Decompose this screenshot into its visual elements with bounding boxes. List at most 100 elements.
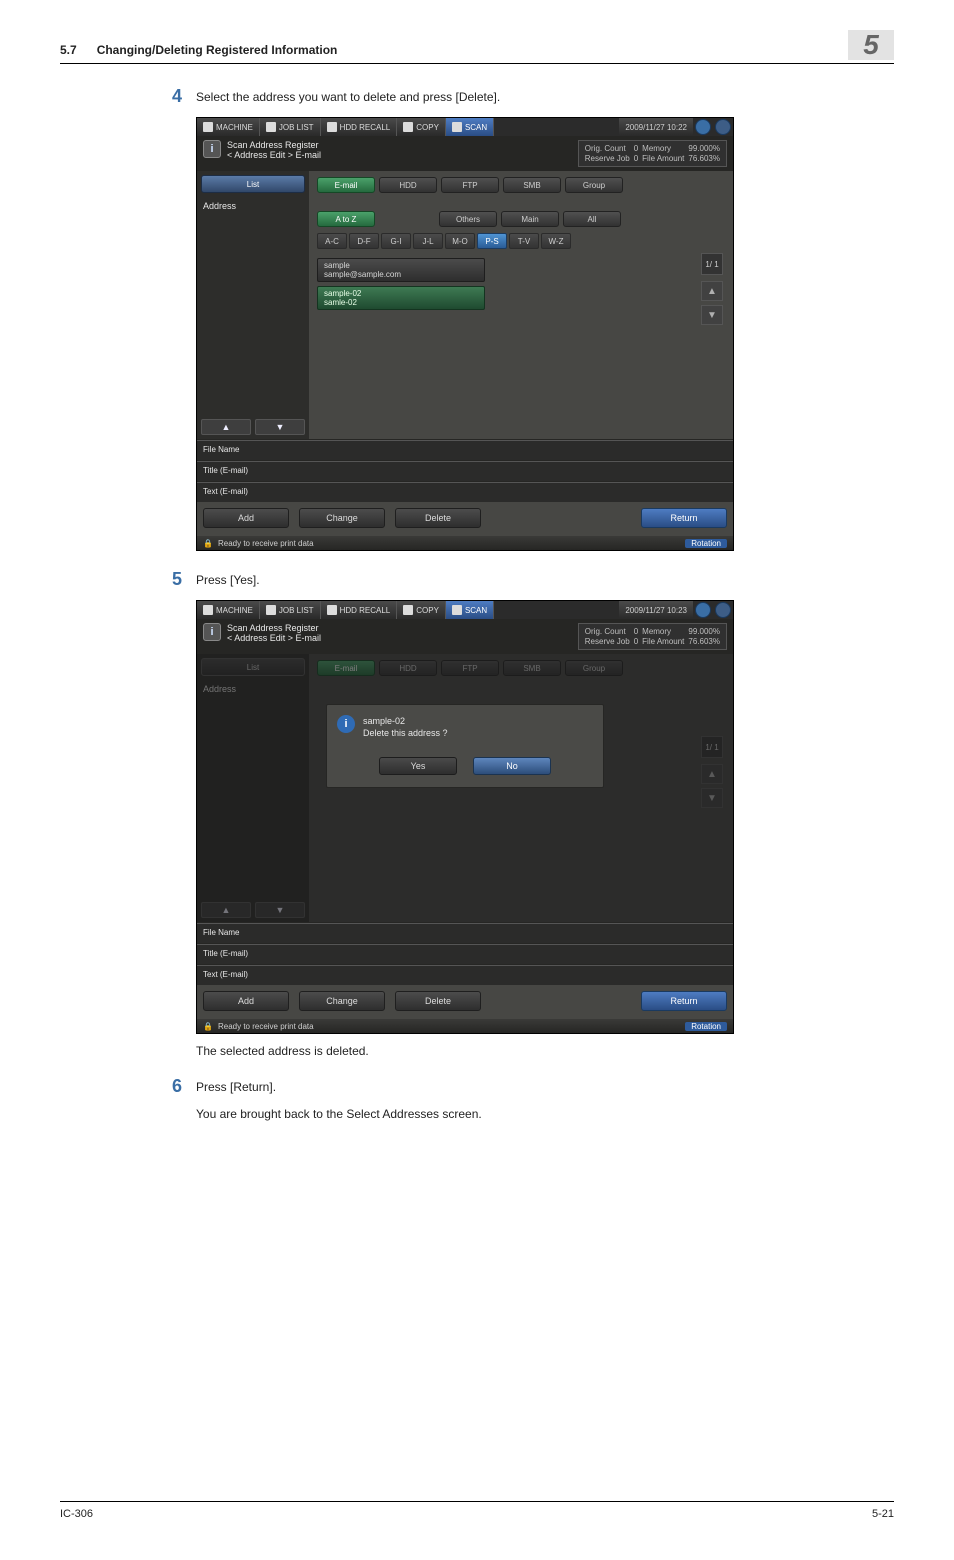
confirm-dialog: i sample-02 Delete this address ? Yes No — [326, 704, 604, 788]
tab-hddrecall[interactable]: HDD RECALL — [321, 118, 398, 136]
alpha-a-c[interactable]: A-C — [317, 233, 347, 249]
filter-main[interactable]: Main — [501, 211, 559, 227]
body-text-deleted: The selected address is deleted. — [196, 1044, 894, 1058]
filter-all[interactable]: All — [563, 211, 621, 227]
address-label: Address — [201, 197, 305, 215]
title-field: Title (E-mail) — [197, 461, 733, 481]
page-indicator: 1/ 1 — [701, 253, 723, 275]
address-list: sample sample@sample.com sample-02 samle… — [317, 258, 725, 310]
entries-scroll-down[interactable]: ▼ — [701, 305, 723, 325]
power-icon[interactable] — [695, 119, 711, 135]
list-button[interactable]: List — [201, 175, 305, 193]
step-text: Press [Return]. — [196, 1076, 894, 1097]
person-icon — [203, 122, 213, 132]
confirm-dialog-overlay: i sample-02 Delete this address ? Yes No — [197, 654, 733, 922]
alpha-j-l[interactable]: J-L — [413, 233, 443, 249]
tab-smb[interactable]: SMB — [503, 177, 561, 193]
step-number: 5 — [156, 569, 196, 590]
help-icon[interactable] — [715, 119, 731, 135]
no-button[interactable]: No — [473, 757, 551, 775]
scan-icon — [452, 605, 462, 615]
chapter-badge: 5 — [848, 30, 894, 60]
power-icon[interactable] — [695, 602, 711, 618]
list-icon — [266, 605, 276, 615]
alpha-d-f[interactable]: D-F — [349, 233, 379, 249]
delete-button[interactable]: Delete — [395, 508, 481, 528]
step-4: 4 Select the address you want to delete … — [156, 86, 894, 107]
step-number: 6 — [156, 1076, 196, 1097]
section-title: Changing/Deleting Registered Information — [97, 43, 838, 57]
tab-machine[interactable]: MACHINE — [197, 601, 260, 619]
yes-button[interactable]: Yes — [379, 757, 457, 775]
step-number: 4 — [156, 86, 196, 107]
add-button[interactable]: Add — [203, 508, 289, 528]
alpha-index: A-C D-F G-I J-L M-O P-S T-V W-Z — [317, 233, 725, 249]
tab-hdd[interactable]: HDD — [379, 177, 437, 193]
tab-copy[interactable]: COPY — [397, 601, 446, 619]
entry-sub: samle-02 — [324, 298, 478, 307]
scan-icon — [452, 122, 462, 132]
return-button[interactable]: Return — [641, 508, 727, 528]
alpha-p-s[interactable]: P-S — [477, 233, 507, 249]
scroll-down-button[interactable]: ▼ — [255, 419, 305, 435]
hdd-icon — [327, 122, 337, 132]
entries-scroll-up[interactable]: ▲ — [701, 281, 723, 301]
file-name-field: File Name — [197, 923, 733, 943]
tab-email[interactable]: E-mail — [317, 177, 375, 193]
rotation-button[interactable]: Rotation — [685, 539, 727, 548]
filter-tabs: A to Z Others Main All — [317, 211, 725, 227]
body-text-returned: You are brought back to the Select Addre… — [196, 1107, 894, 1121]
screen-title: Scan Address Register — [227, 140, 321, 150]
screen-subtitle: < Address Edit > E-mail — [227, 150, 321, 160]
dialog-question: Delete this address ? — [363, 727, 448, 739]
dialog-target: sample-02 — [363, 715, 448, 727]
screen-title: Scan Address Register — [227, 623, 321, 633]
alpha-m-o[interactable]: M-O — [445, 233, 475, 249]
return-button: Return — [641, 991, 727, 1011]
tab-machine[interactable]: MACHINE — [197, 118, 260, 136]
copy-icon — [403, 122, 413, 132]
info-icon: i — [203, 623, 221, 641]
help-icon[interactable] — [715, 602, 731, 618]
step-text: Press [Yes]. — [196, 569, 894, 590]
list-icon — [266, 122, 276, 132]
rotation-button: Rotation — [685, 1022, 727, 1031]
datetime-display: 2009/11/27 10:23 — [619, 601, 693, 619]
tab-scan[interactable]: SCAN — [446, 118, 494, 136]
top-tab-bar: MACHINE JOB LIST HDD RECALL COPY SCAN 20… — [197, 118, 733, 136]
tab-scan[interactable]: SCAN — [446, 601, 494, 619]
step-text: Select the address you want to delete an… — [196, 86, 894, 107]
tab-group[interactable]: Group — [565, 177, 623, 193]
step-6: 6 Press [Return]. — [156, 1076, 894, 1097]
page-footer: IC-306 5-21 — [60, 1501, 894, 1520]
alpha-g-i[interactable]: G-I — [381, 233, 411, 249]
tab-hddrecall[interactable]: HDD RECALL — [321, 601, 398, 619]
tab-joblist[interactable]: JOB LIST — [260, 118, 321, 136]
lock-icon: 🔒 — [203, 1022, 213, 1031]
tab-ftp[interactable]: FTP — [441, 177, 499, 193]
step-5: 5 Press [Yes]. — [156, 569, 894, 590]
filter-atoz[interactable]: A to Z — [317, 211, 375, 227]
file-name-field: File Name — [197, 440, 733, 460]
info-icon: i — [337, 715, 355, 733]
category-tabs: E-mail HDD FTP SMB Group — [317, 177, 725, 193]
screenshot-panel-2: MACHINE JOB LIST HDD RECALL COPY SCAN 20… — [196, 600, 734, 1034]
filter-others[interactable]: Others — [439, 211, 497, 227]
copy-icon — [403, 605, 413, 615]
entry-name: sample — [324, 261, 478, 270]
alpha-t-v[interactable]: T-V — [509, 233, 539, 249]
info-icon: i — [203, 140, 221, 158]
doc-header: 5.7 Changing/Deleting Registered Informa… — [60, 30, 894, 64]
tab-copy[interactable]: COPY — [397, 118, 446, 136]
address-entry[interactable]: sample sample@sample.com — [317, 258, 485, 282]
address-entry-selected[interactable]: sample-02 samle-02 — [317, 286, 485, 310]
scroll-up-button[interactable]: ▲ — [201, 419, 251, 435]
section-number: 5.7 — [60, 43, 77, 57]
tab-joblist[interactable]: JOB LIST — [260, 601, 321, 619]
person-icon — [203, 605, 213, 615]
delete-button: Delete — [395, 991, 481, 1011]
alpha-w-z[interactable]: W-Z — [541, 233, 571, 249]
status-text: Ready to receive print data — [218, 1022, 314, 1031]
change-button[interactable]: Change — [299, 508, 385, 528]
screenshot-panel-1: MACHINE JOB LIST HDD RECALL COPY SCAN 20… — [196, 117, 734, 551]
